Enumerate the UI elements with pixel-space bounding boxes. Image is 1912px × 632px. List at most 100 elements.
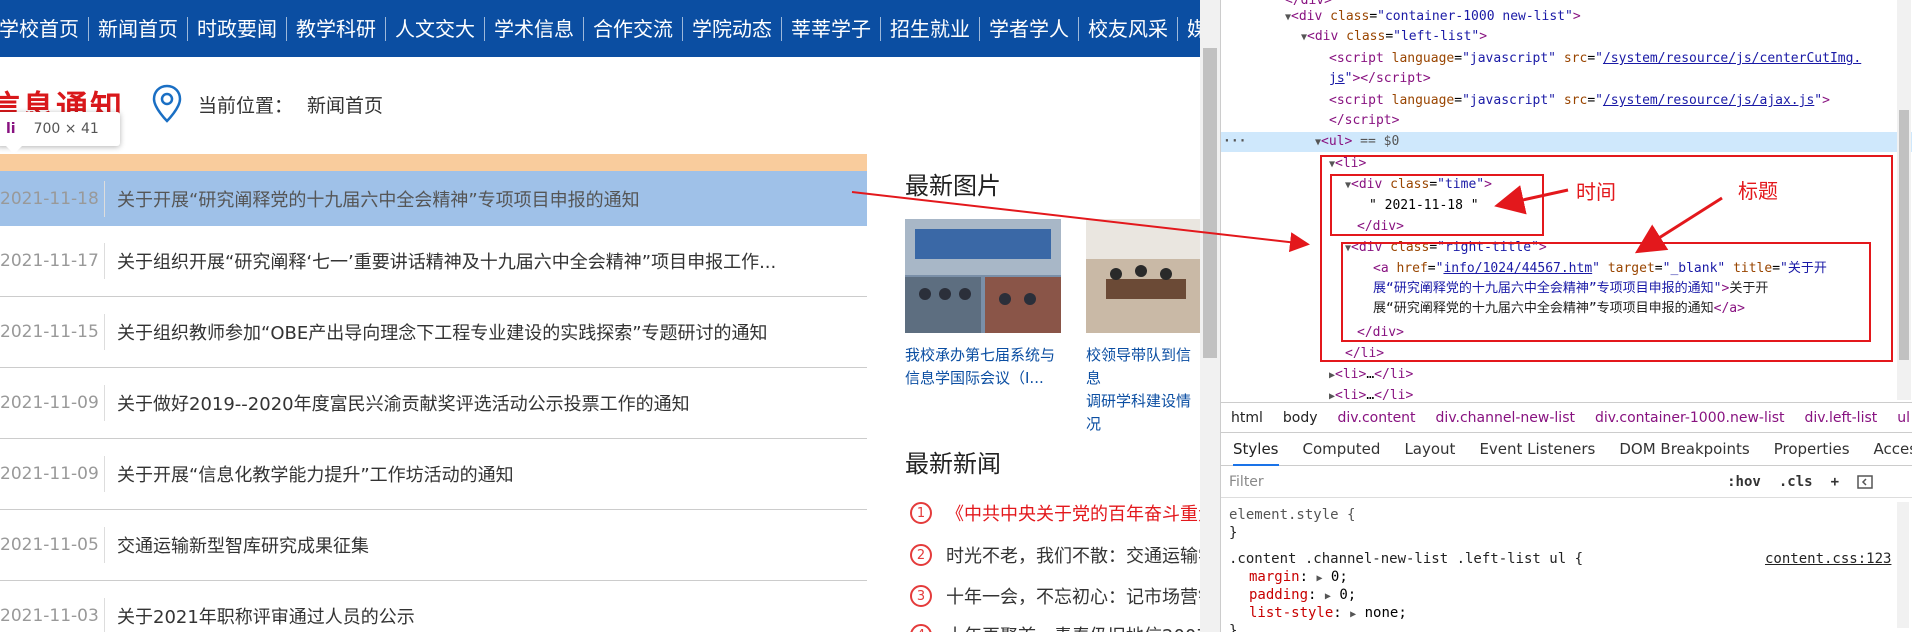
filter-input[interactable]: Filter [1229,474,1727,490]
list-item-title[interactable]: 交通运输新型智库研究成果征集 [105,532,369,558]
list-item[interactable]: 2021-11-09 关于开展“信息化教学能力提升”工作坊活动的通知 [0,439,867,510]
dom-line[interactable]: <a href="info/1024/44567.htm" target="_b… [1373,260,1827,278]
news-text[interactable]: 《中共中央关于党的百年奋斗重大 [946,500,1200,526]
dom-line[interactable]: js"></script> [1329,70,1431,88]
dom-line[interactable]: </script> [1329,112,1399,130]
picture-caption-line[interactable]: 我校承办第七届系统与 [905,344,1055,367]
nav-item-news-home[interactable]: 新闻首页 [89,16,188,41]
elements-scrollbar[interactable] [1897,0,1911,400]
news-photo-conference[interactable] [905,219,1061,333]
nav-item-media[interactable]: 媒 [1178,17,1200,41]
nav-item-school-home[interactable]: 学校首页 [0,16,89,41]
crumb-body[interactable]: body [1283,410,1318,426]
crumb-left-list[interactable]: div.left-list [1805,410,1878,426]
scrollbar-thumb[interactable] [1203,48,1217,358]
dom-line[interactable]: ▼<div class="right-title"> [1345,239,1547,258]
tab-dom-breakpoints[interactable]: DOM Breakpoints [1619,440,1749,458]
list-item[interactable]: 2021-11-03 关于2021年职称评审通过人员的公示 [0,581,867,632]
list-item[interactable]: 2021-11-17 关于组织开展“研究阐释‘七一’重要讲话精神及十九届六中全会… [0,226,867,297]
rule-source-link[interactable]: content.css:123 [1765,550,1891,568]
picture-caption-line[interactable]: 调研学科建设情况 [1086,390,1200,436]
list-item-title[interactable]: 关于组织开展“研究阐释‘七一’重要讲话精神及十九届六中全会精神”项目申报工作..… [105,248,776,274]
news-item[interactable]: 4 十年再聚首，青春仍旧地信2007 [910,622,1200,632]
news-photo-meeting[interactable] [1086,219,1200,333]
list-item-title[interactable]: 关于组织教师参加“OBE产出导向理念下工程专业建设的实践探索”专题研讨的通知 [105,319,768,345]
nav-item-alumni[interactable]: 校友风采 [1079,16,1178,41]
tab-event-listeners[interactable]: Event Listeners [1479,440,1595,458]
crumb-channel-new-list[interactable]: div.channel-new-list [1436,410,1575,426]
dom-line[interactable]: <script language="javascript" src="/syst… [1329,50,1861,68]
nav-item-teaching[interactable]: 教学科研 [287,16,386,41]
css-property[interactable]: margin: ▶ 0; [1249,568,1348,588]
scrollbar-thumb[interactable] [1899,110,1909,360]
list-item-date: 2021-11-18 [0,180,105,217]
script-src-link[interactable]: /system/resource/js/centerCutImg. [1603,51,1861,66]
list-item[interactable]: 2021-11-15 关于组织教师参加“OBE产出导向理念下工程专业建设的实践探… [0,297,867,368]
dom-line[interactable]: </div> [1357,218,1404,236]
breadcrumb-current[interactable]: 新闻首页 [307,91,383,118]
styles-scrollbar[interactable] [1897,502,1909,628]
news-text[interactable]: 十年再聚首，青春仍旧地信2007 [946,622,1200,632]
tab-layout[interactable]: Layout [1404,440,1455,458]
css-property[interactable]: padding: ▶ 0; [1249,586,1356,606]
nav-item-cooperation[interactable]: 合作交流 [584,16,683,41]
script-src-link[interactable]: js [1329,71,1345,86]
picture-caption[interactable]: 校领导带队到信息 调研学科建设情况 [1086,344,1200,436]
dom-line[interactable]: </div> [1357,324,1404,342]
dom-line-selected[interactable]: ▼<ul> == $0 [1315,133,1399,152]
crumb-container[interactable]: div.container-1000.new-list [1595,410,1785,426]
tab-accessibility[interactable]: Accessibility [1874,440,1912,458]
anchor-href-link[interactable]: info/1024/44567.htm [1443,261,1592,276]
nav-item-admissions[interactable]: 招生就业 [881,16,980,41]
news-text[interactable]: 十年一会，不忘初心：记市场营销 [946,583,1200,609]
new-rule-button[interactable]: + [1831,474,1839,490]
picture-caption-line[interactable]: 校领导带队到信息 [1086,344,1200,390]
news-text[interactable]: 时光不老，我们不散：交通运输学 [946,542,1200,568]
hover-state-button[interactable]: :hov [1727,474,1761,490]
list-item[interactable]: 2021-11-09 关于做好2019--2020年度富民兴渝贡献奖评选活动公示… [0,368,867,439]
list-item[interactable]: 2021-11-05 交通运输新型智库研究成果征集 [0,510,867,581]
picture-caption[interactable]: 我校承办第七届系统与 信息学国际会议（I... [905,344,1055,390]
nav-item-college-news[interactable]: 学院动态 [683,16,782,41]
nav-item-scholars[interactable]: 学者学人 [980,16,1079,41]
tab-properties[interactable]: Properties [1774,440,1850,458]
dom-line[interactable]: </li> [1345,345,1384,363]
page-scrollbar[interactable] [1200,0,1220,632]
styles-pane: element.style { } .content .channel-new-… [1221,498,1912,632]
list-item-title[interactable]: 关于开展“研究阐释党的十九届六中全会精神”专项项目申报的通知 [105,186,640,212]
nav-item-students[interactable]: 莘莘学子 [782,16,881,41]
sidebar-toggle-icon[interactable] [1857,474,1873,490]
dom-line[interactable]: ▼<div class="left-list"> [1301,28,1487,47]
list-item-title[interactable]: 关于做好2019--2020年度富民兴渝贡献奖评选活动公示投票工作的通知 [105,390,690,416]
dom-line[interactable]: ▼<div class="container-1000 new-list"> [1285,8,1581,27]
news-item[interactable]: 2 时光不老，我们不散：交通运输学 [910,542,1200,568]
picture-caption-line[interactable]: 信息学国际会议（I... [905,367,1055,390]
list-item-title[interactable]: 关于2021年职称评审通过人员的公示 [105,603,415,629]
tab-computed[interactable]: Computed [1303,440,1381,458]
dom-line[interactable]: ▶<li>…</li> [1329,387,1413,400]
news-item[interactable]: 3 十年一会，不忘初心：记市场营销 [910,583,1200,609]
crumb-div-content[interactable]: div.content [1338,410,1416,426]
tab-styles[interactable]: Styles [1233,440,1279,466]
news-item[interactable]: 1 《中共中央关于党的百年奋斗重大 [910,500,1200,526]
rule-selector[interactable]: .content .channel-new-list .left-list ul… [1229,550,1583,568]
nav-item-humanities[interactable]: 人文交大 [386,16,485,41]
script-src-link[interactable]: /system/resource/js/ajax.js [1603,93,1814,108]
dom-line[interactable]: ▼<li> [1329,155,1366,174]
list-item-title[interactable]: 关于开展“信息化教学能力提升”工作坊活动的通知 [105,461,514,487]
dom-line[interactable]: ▶<li>…</li> [1329,366,1413,385]
dom-line[interactable]: <script language="javascript" src="/syst… [1329,92,1830,110]
list-item[interactable]: 2021-11-18 关于开展“研究阐释党的十九届六中全会精神”专项项目申报的通… [0,171,867,226]
dom-line[interactable]: ▼<div class="time"> [1345,176,1492,195]
class-toggle-button[interactable]: .cls [1779,474,1813,490]
crumb-html[interactable]: html [1231,410,1263,426]
nav-item-academic[interactable]: 学术信息 [485,16,584,41]
element-style-selector[interactable]: element.style { [1229,506,1355,524]
nav-item-politics[interactable]: 时政要闻 [188,16,287,41]
crumb-ul[interactable]: ul [1897,410,1910,426]
dom-text-node[interactable]: " 2021-11-18 " [1369,197,1479,215]
dom-line[interactable]: 展“研究阐释党的十九届六中全会精神”专项项目申报的通知</a> [1373,300,1745,318]
dom-line[interactable]: 展“研究阐释党的十九届六中全会精神”专项项目申报的通知">关于开 [1373,280,1768,298]
more-actions-icon[interactable]: ··· [1223,133,1246,151]
css-property[interactable]: list-style: ▶ none; [1249,604,1407,624]
